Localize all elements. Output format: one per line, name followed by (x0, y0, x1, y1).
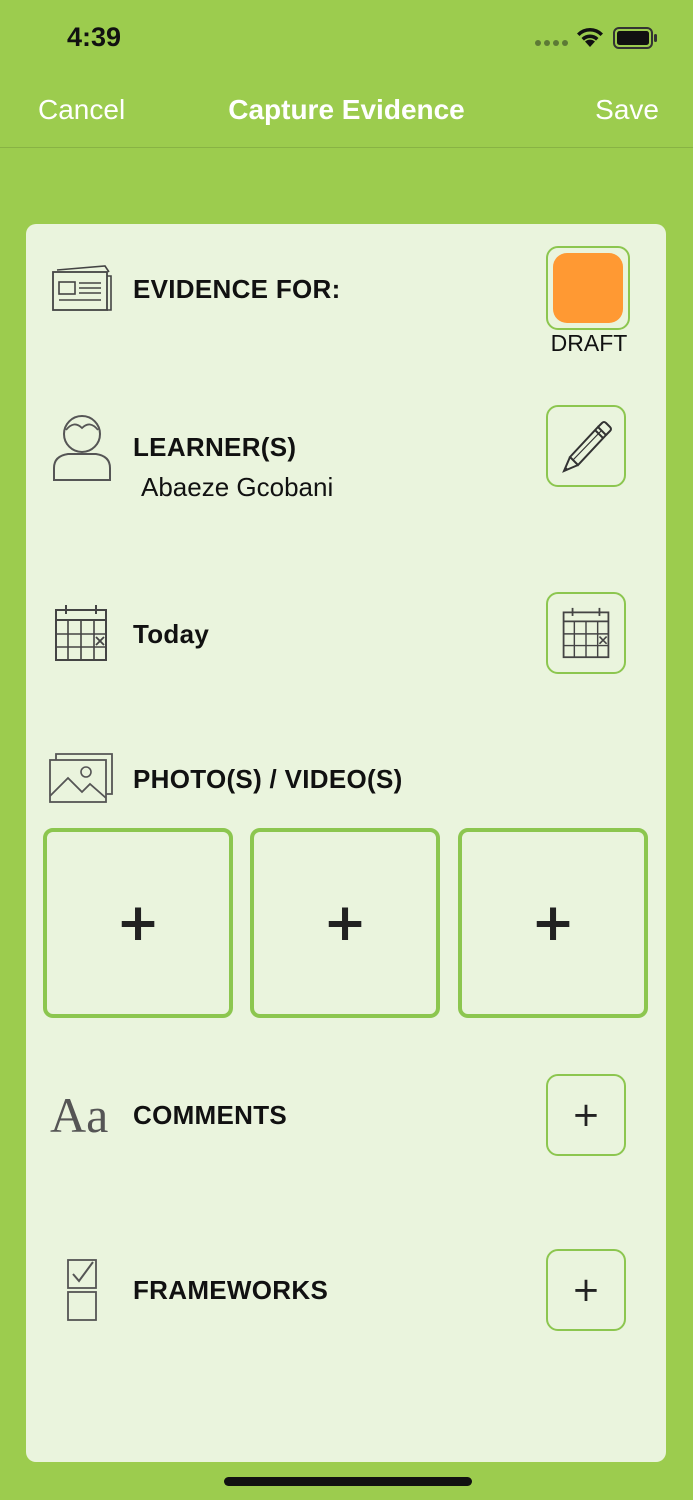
photos-icon (49, 753, 113, 803)
status-label: DRAFT (550, 330, 628, 356)
calendar-icon (562, 607, 610, 659)
date-label: Today (133, 619, 210, 649)
cellular-signal-icon (535, 40, 568, 46)
plus-icon: + (531, 893, 575, 953)
add-media-slot-2[interactable]: + (250, 828, 440, 1018)
save-button[interactable]: Save (595, 94, 659, 126)
status-bar: 4:39 (0, 0, 693, 80)
person-icon (53, 415, 111, 481)
evidence-form-card: EVIDENCE FOR: DRAFT LEARNER(S) Abaeze Gc… (26, 224, 666, 1462)
checklist-icon (67, 1259, 97, 1321)
plus-icon: + (323, 893, 367, 953)
status-time: 4:39 (67, 22, 122, 52)
media-label: PHOTO(S) / VIDEO(S) (133, 764, 403, 794)
plus-icon: + (571, 1270, 601, 1310)
draft-status-swatch (553, 253, 623, 323)
battery-icon (613, 27, 657, 49)
plus-icon: + (116, 893, 160, 953)
pencil-icon (562, 421, 612, 473)
plus-icon: + (571, 1095, 601, 1135)
pick-date-button[interactable] (546, 592, 626, 674)
frameworks-label: FRAMEWORKS (133, 1275, 329, 1305)
edit-learners-button[interactable] (546, 405, 626, 487)
navigation-bar: Capture Evidence Cancel Save (0, 80, 693, 148)
calendar-icon (55, 605, 107, 661)
learner-name: Abaeze Gcobani (141, 472, 334, 502)
comments-label: COMMENTS (133, 1100, 288, 1130)
add-media-slot-3[interactable]: + (458, 828, 648, 1018)
add-comment-button[interactable]: + (546, 1074, 626, 1156)
text-format-icon: Aa (50, 1087, 109, 1143)
add-media-slot-1[interactable]: + (43, 828, 233, 1018)
learners-label: LEARNER(S) (133, 432, 297, 462)
cancel-button[interactable]: Cancel (38, 94, 125, 126)
home-indicator[interactable] (224, 1477, 472, 1486)
wifi-icon (577, 27, 603, 47)
add-framework-button[interactable]: + (546, 1249, 626, 1331)
status-toggle-button[interactable] (546, 246, 630, 330)
newspaper-icon (52, 265, 112, 311)
evidence-for-label: EVIDENCE FOR: (133, 274, 341, 304)
